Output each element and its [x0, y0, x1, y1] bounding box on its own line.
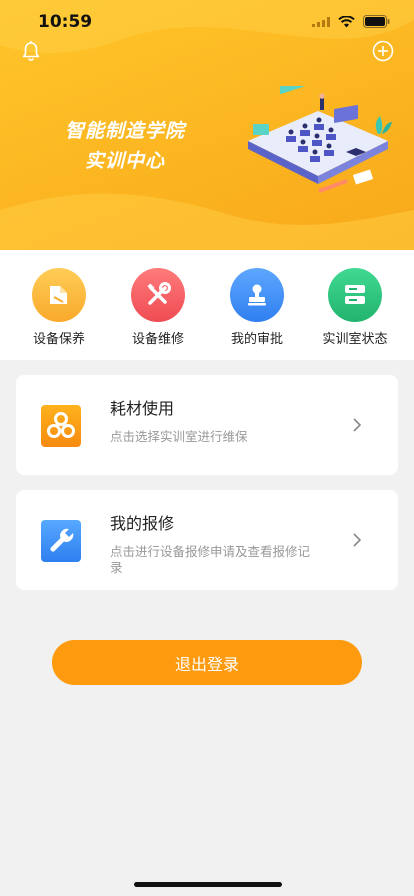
banner-title-line2: 实训中心 — [84, 150, 165, 172]
consumables-icon — [41, 405, 81, 447]
card-consumables-usage[interactable]: 耗材使用 点击选择实训室进行维保 — [16, 375, 398, 475]
card-description: 点击进行设备报修申请及查看报修记录 — [110, 544, 311, 575]
quick-action-label: 实训室状态 — [322, 332, 388, 347]
quick-action-label: 我的审批 — [230, 332, 283, 347]
quick-action-label: 设备维修 — [131, 332, 184, 347]
card-description: 点击选择实训室进行维保 — [110, 429, 248, 444]
quick-action-my-approval[interactable]: 我的审批 — [209, 268, 305, 347]
card-title: 我的报修 — [110, 514, 175, 533]
status-time: 10:59 — [38, 12, 93, 32]
wrench-icon — [41, 520, 81, 562]
card-title: 耗材使用 — [110, 399, 175, 418]
cellular-signal-icon — [312, 16, 330, 27]
server-status-icon — [328, 268, 382, 322]
wrench-screwdriver-icon — [131, 268, 185, 322]
logout-button[interactable]: 退出登录 — [52, 640, 362, 685]
wifi-icon — [338, 15, 355, 27]
quick-action-label: 设备保养 — [32, 332, 85, 347]
banner-title: 智能制造学院 实训中心 — [40, 116, 210, 176]
chevron-right-icon — [353, 418, 362, 432]
status-bar: 10:59 — [0, 0, 414, 44]
card-my-repair[interactable]: 我的报修 点击进行设备报修申请及查看报修记录 — [16, 490, 398, 590]
bell-icon[interactable] — [20, 40, 42, 62]
maintenance-icon — [32, 268, 86, 322]
home-indicator — [134, 882, 282, 887]
header-banner: 10:59 智能制造学院 实训中心 — [0, 0, 414, 250]
battery-icon — [363, 15, 390, 28]
quick-action-equipment-maintenance[interactable]: 设备保养 — [11, 268, 107, 347]
stamp-icon — [230, 268, 284, 322]
quick-actions-row: 设备保养 设备维修 我的审批 实训室状态 — [0, 250, 414, 360]
banner-title-line1: 智能制造学院 — [64, 120, 185, 142]
quick-action-lab-status[interactable]: 实训室状态 — [307, 268, 403, 347]
quick-action-equipment-repair[interactable]: 设备维修 — [110, 268, 206, 347]
classroom-illustration — [248, 86, 392, 194]
status-icons — [312, 15, 390, 28]
add-circle-icon[interactable] — [372, 40, 394, 62]
chevron-right-icon — [353, 533, 362, 547]
